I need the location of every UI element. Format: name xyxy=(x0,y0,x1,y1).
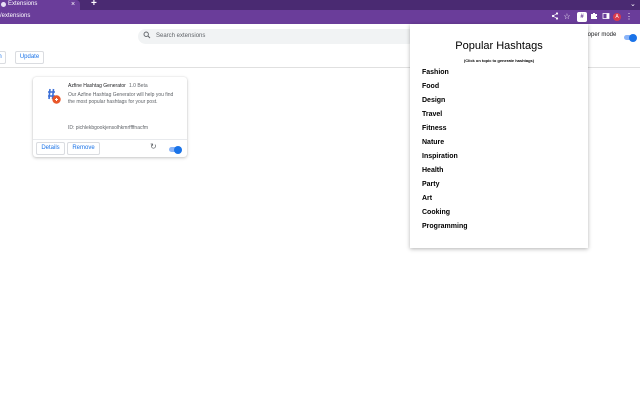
toggle-knob xyxy=(174,145,182,154)
update-button[interactable]: Update xyxy=(15,51,44,64)
topic-item[interactable]: Health xyxy=(422,167,468,181)
tab-title: Extensions xyxy=(8,1,38,7)
sidepanel-icon[interactable] xyxy=(601,12,611,22)
topic-item[interactable]: Cooking xyxy=(422,209,468,223)
tab-extensions[interactable]: Extensions × xyxy=(0,0,80,10)
topic-item[interactable]: Design xyxy=(422,97,468,111)
topic-item[interactable]: Inspiration xyxy=(422,153,468,167)
extension-id: ID: pichlekbgookjensolhkmrffffnacfm xyxy=(68,125,149,131)
pack-extension-button[interactable]: n xyxy=(0,51,6,64)
address-bar[interactable]: /extensions xyxy=(0,13,30,19)
popup-title: Popular Hashtags xyxy=(455,40,543,52)
star-icon[interactable]: ☆ xyxy=(562,12,572,22)
share-icon[interactable] xyxy=(550,12,560,22)
search-placeholder: Search extensions xyxy=(156,33,206,39)
hashtag-generator-logo-icon xyxy=(44,87,62,105)
topic-item[interactable]: Travel xyxy=(422,111,468,125)
browser-toolbar: /extensions ☆ # A ⋮ xyxy=(0,10,640,24)
extension-enable-toggle[interactable] xyxy=(169,145,182,154)
hashtag-extension-icon[interactable]: # xyxy=(577,12,587,22)
details-button[interactable]: Details xyxy=(36,142,65,155)
puzzle-icon[interactable] xyxy=(589,12,599,22)
topic-item[interactable]: Nature xyxy=(422,139,468,153)
topic-item[interactable]: Art xyxy=(422,195,468,209)
reload-icon[interactable]: ↻ xyxy=(150,142,157,152)
developer-mode-label: eloper mode xyxy=(583,32,617,38)
extension-description: Our Azfine Hashtag Generator will help y… xyxy=(68,92,174,105)
tab-close-button[interactable]: × xyxy=(71,0,75,10)
topic-list: Fashion Food Design Travel Fitness Natur… xyxy=(422,69,468,237)
popup-subtitle: (Click on topic to generate hashtags) xyxy=(463,58,535,63)
topic-item[interactable]: Programming xyxy=(422,223,468,237)
card-divider xyxy=(33,139,187,140)
topic-item[interactable]: Fitness xyxy=(422,125,468,139)
search-input[interactable]: Search extensions xyxy=(138,29,416,44)
kebab-menu-icon[interactable]: ⋮ xyxy=(624,12,634,22)
hashtag-popup: Popular Hashtags (Click on topic to gene… xyxy=(410,24,588,248)
puzzle-icon xyxy=(1,2,6,7)
remove-button[interactable]: Remove xyxy=(67,142,100,155)
topic-item[interactable]: Food xyxy=(422,83,468,97)
topic-item[interactable]: Fashion xyxy=(422,69,468,83)
topic-item[interactable]: Party xyxy=(422,181,468,195)
avatar[interactable]: A xyxy=(613,13,621,21)
extension-card: Azfine Hashtag Generator 1.0 Beta Our Az… xyxy=(33,77,187,157)
developer-mode-toggle[interactable] xyxy=(624,33,637,42)
toggle-knob xyxy=(629,33,637,42)
extension-version: 1.0 Beta xyxy=(129,83,148,89)
tab-strip: Extensions × + ⌄ xyxy=(0,0,640,10)
search-icon xyxy=(143,31,151,42)
tab-search-chevron-icon[interactable]: ⌄ xyxy=(630,1,636,9)
new-tab-button[interactable]: + xyxy=(91,0,97,9)
extension-name: Azfine Hashtag Generator xyxy=(68,83,126,89)
